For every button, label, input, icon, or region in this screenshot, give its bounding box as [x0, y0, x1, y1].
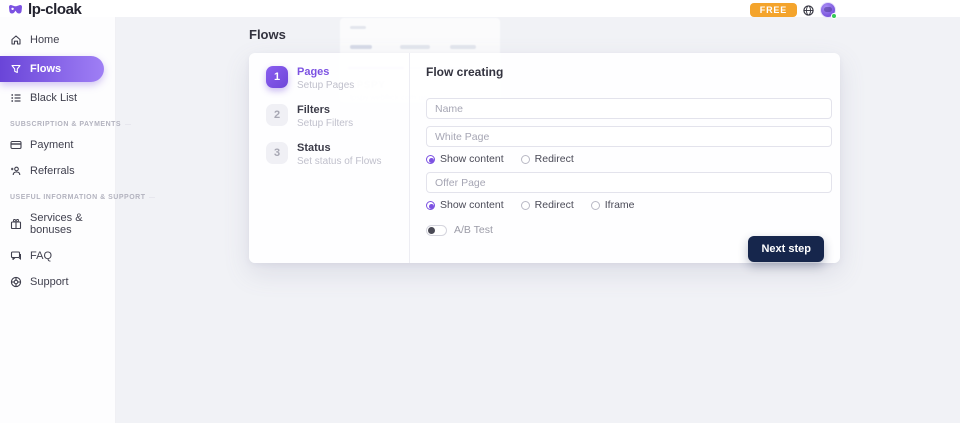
sidebar-item-label: Services & bonuses [30, 212, 107, 236]
mask-logo-icon [8, 4, 23, 15]
step-subtitle: Setup Pages [297, 80, 354, 91]
radio-circle-icon [521, 201, 530, 210]
app-header: lp-cloak FREE [0, 0, 960, 17]
ab-test-toggle-row[interactable]: A/B Test [426, 224, 832, 236]
radio-label: Redirect [535, 153, 574, 165]
sidebar-item-support[interactable]: Support [0, 269, 115, 295]
step-subtitle: Setup Filters [297, 118, 353, 129]
sidebar-item-flows[interactable]: Flows [0, 56, 104, 82]
sidebar-item-label: Payment [30, 139, 73, 151]
offer-page-redirect-radio[interactable]: Redirect [521, 199, 574, 211]
sidebar-item-label: Referrals [30, 165, 75, 177]
radio-circle-icon [521, 155, 530, 164]
sidebar-item-faq[interactable]: FAQ [0, 243, 115, 269]
sidebar-item-label: Support [30, 276, 69, 288]
page-title: Flows [249, 27, 286, 42]
section-title: Useful information & support [10, 194, 145, 201]
offer-page-options: Show content Redirect Iframe [426, 199, 832, 211]
flow-name-input[interactable] [426, 98, 832, 119]
sidebar-item-services-bonuses[interactable]: Services & bonuses [0, 205, 115, 243]
toggle-knob [428, 227, 435, 234]
radio-circle-icon [426, 201, 435, 210]
life-ring-icon [10, 276, 22, 288]
flow-creating-form: Flow creating Show content Redirect Show… [426, 65, 832, 236]
step-pages[interactable]: 1 Pages Setup Pages [266, 66, 381, 91]
background-dash [350, 26, 366, 29]
faq-chat-icon [10, 250, 22, 262]
white-page-redirect-radio[interactable]: Redirect [521, 153, 574, 165]
sidebar-item-label: FAQ [30, 250, 52, 262]
step-number: 1 [266, 66, 288, 88]
background-dash [400, 45, 430, 49]
sidebar-item-label: Black List [30, 92, 77, 104]
step-title: Status [297, 142, 381, 154]
background-dash [450, 45, 476, 49]
offer-page-input[interactable] [426, 172, 832, 193]
flows-icon [10, 63, 22, 75]
radio-label: Iframe [605, 199, 635, 211]
step-subtitle: Set status of Flows [297, 156, 381, 167]
offer-page-show-content-radio[interactable]: Show content [426, 199, 504, 211]
radio-circle-icon [591, 201, 600, 210]
step-filters[interactable]: 2 Filters Setup Filters [266, 104, 381, 129]
language-globe-icon[interactable] [803, 5, 814, 16]
offer-page-iframe-radio[interactable]: Iframe [591, 199, 635, 211]
radio-label: Redirect [535, 199, 574, 211]
step-number: 3 [266, 142, 288, 164]
sidebar-section-subscription: Subscription & payments [0, 111, 115, 132]
logo-text: lp-cloak [28, 1, 81, 18]
ab-test-toggle[interactable] [426, 225, 447, 236]
sidebar-section-support: Useful information & support [0, 184, 115, 205]
sidebar: Home Flows Black List Subscription & pay… [0, 17, 116, 423]
logo[interactable]: lp-cloak [8, 1, 81, 18]
radio-circle-icon [426, 155, 435, 164]
white-page-options: Show content Redirect [426, 153, 832, 165]
steps-list: 1 Pages Setup Pages 2 Filters Setup Filt… [266, 66, 381, 167]
white-page-show-content-radio[interactable]: Show content [426, 153, 504, 165]
form-title: Flow creating [426, 65, 832, 79]
radio-label: Show content [440, 153, 504, 165]
background-dash [350, 45, 372, 49]
sidebar-item-payment[interactable]: Payment [0, 132, 115, 158]
avatar-figure [824, 7, 832, 12]
step-status[interactable]: 3 Status Set status of Flows [266, 142, 381, 167]
sidebar-item-referrals[interactable]: Referrals [0, 158, 115, 184]
step-title: Pages [297, 66, 354, 78]
radio-label: Show content [440, 199, 504, 211]
ab-test-label: A/B Test [454, 224, 493, 236]
black-list-icon [10, 92, 22, 104]
sidebar-item-label: Home [30, 34, 59, 46]
next-step-button[interactable]: Next step [748, 236, 824, 262]
step-title: Filters [297, 104, 353, 116]
section-title: Subscription & payments [10, 121, 121, 128]
credit-card-icon [10, 139, 22, 151]
sidebar-item-home[interactable]: Home [0, 27, 115, 53]
step-number: 2 [266, 104, 288, 126]
gift-icon [10, 218, 22, 230]
online-status-dot [831, 13, 837, 19]
sidebar-item-black-list[interactable]: Black List [0, 85, 115, 111]
user-avatar[interactable] [820, 2, 836, 18]
free-plan-button[interactable]: FREE [750, 3, 797, 17]
white-page-input[interactable] [426, 126, 832, 147]
modal-divider [409, 53, 410, 263]
flow-creating-modal: 1 Pages Setup Pages 2 Filters Setup Filt… [249, 53, 840, 263]
referrals-person-icon [10, 165, 22, 177]
home-icon [10, 34, 22, 46]
sidebar-item-label: Flows [30, 63, 61, 75]
